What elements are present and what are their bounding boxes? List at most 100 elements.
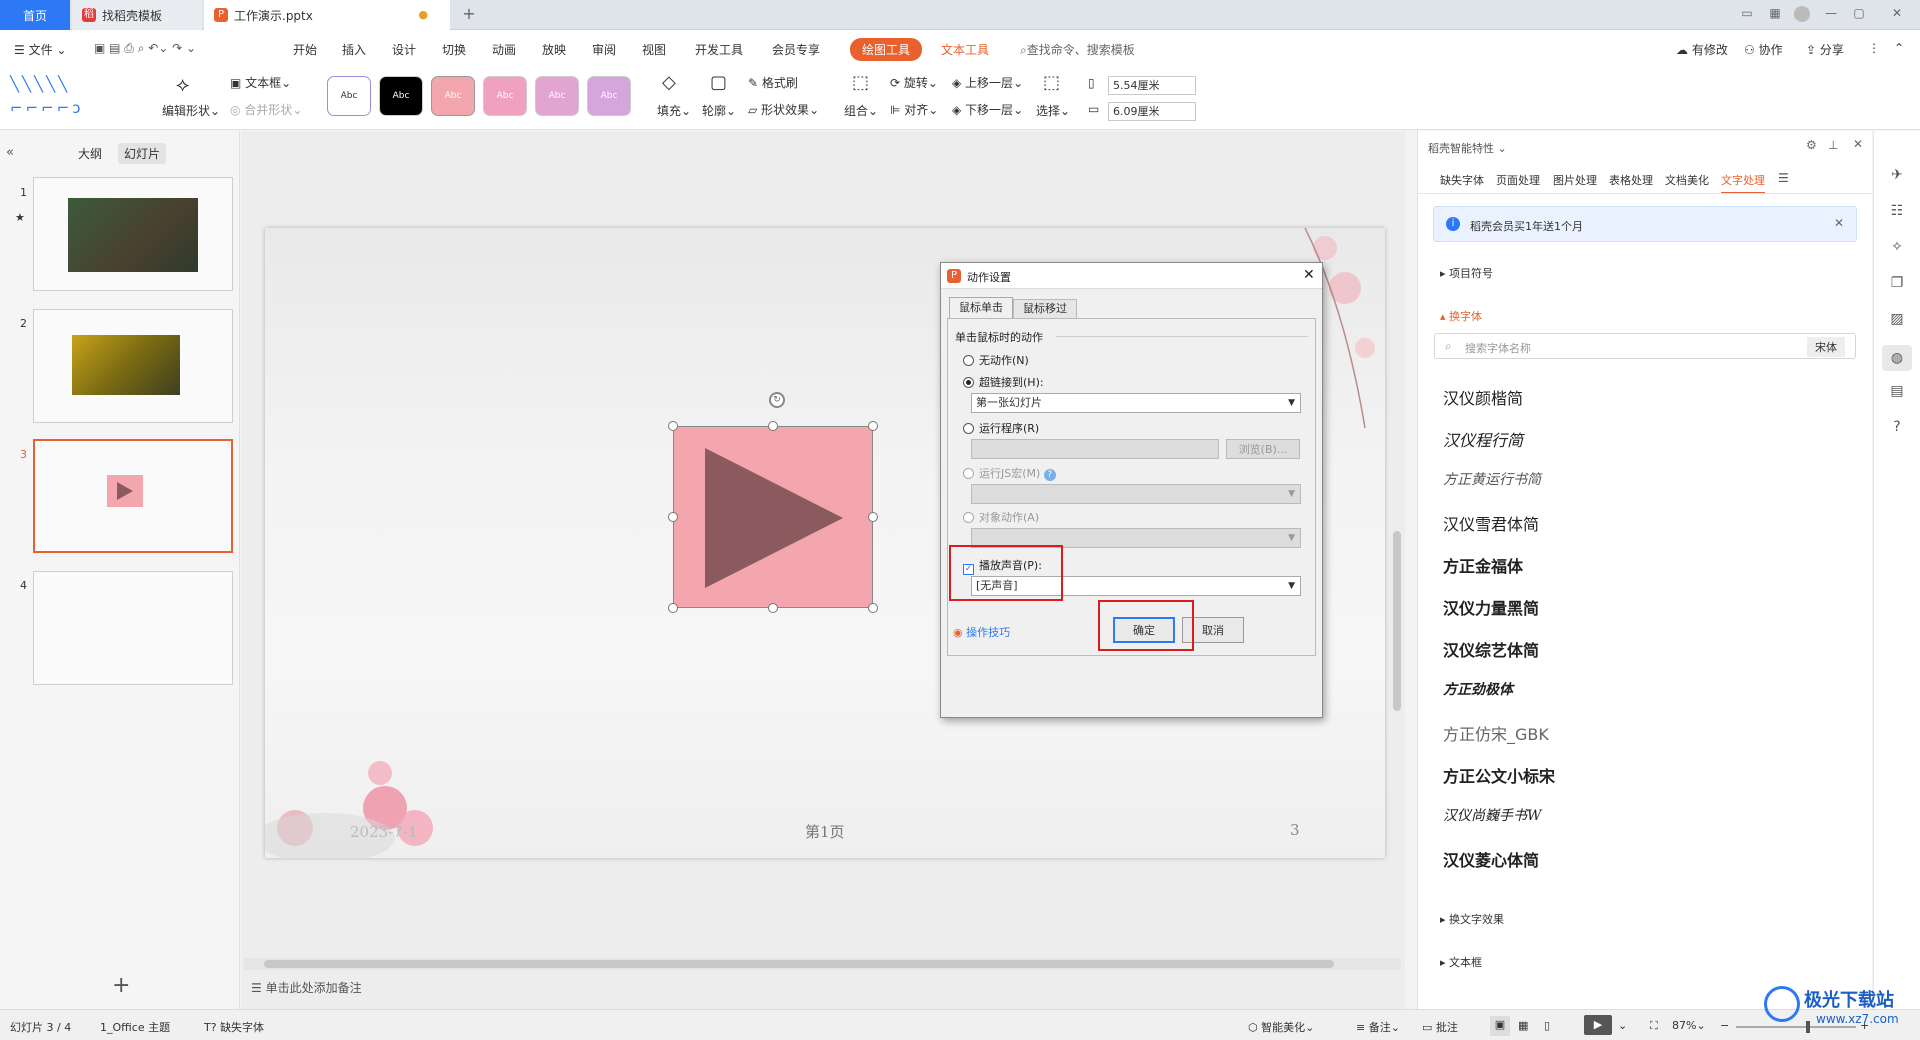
comments-button[interactable]: ▭ 批注 — [1422, 1019, 1458, 1035]
more-icon[interactable]: ⋮ — [1868, 41, 1880, 55]
line-shapes-gallery[interactable]: ╲╲╲╲╲ ⌐⌐⌐⌐ↄ — [10, 72, 138, 124]
help-circle-icon[interactable]: ? — [1888, 419, 1906, 437]
command-search[interactable]: ⌕查找命令、搜索模板 — [1020, 41, 1135, 58]
close-icon[interactable]: ✕ — [1834, 216, 1844, 230]
font-item[interactable]: 汉仪雪君体简 — [1443, 511, 1539, 535]
tab-mouse-click[interactable]: 鼠标单击 — [949, 297, 1013, 319]
style-swatch-2[interactable]: Abc — [379, 76, 423, 116]
style-swatch-4[interactable]: Abc — [483, 76, 527, 116]
radio-hyperlink[interactable]: 超链接到(H): — [963, 374, 1044, 390]
menu-icon[interactable]: ☰ — [1778, 171, 1789, 185]
collapse-panel-icon[interactable]: « — [6, 145, 14, 160]
font-item[interactable]: 汉仪颜楷简 — [1443, 385, 1523, 409]
tab-drawing-tools[interactable]: 绘图工具 — [850, 38, 923, 61]
text-process-icon[interactable]: ◍ — [1882, 345, 1912, 371]
shape-effect-button[interactable]: ▱ 形状效果⌄ — [748, 101, 819, 118]
select-button[interactable]: 选择⌄ — [1036, 102, 1070, 119]
tab-image-process[interactable]: 图片处理 — [1553, 172, 1597, 188]
vertical-scrollbar[interactable] — [1391, 131, 1403, 951]
pin-icon[interactable]: ✧ — [1888, 239, 1906, 257]
slide-thumbnail-4[interactable] — [33, 571, 233, 685]
style-swatch-5[interactable]: Abc — [535, 76, 579, 116]
missing-font-button[interactable]: T? 缺失字体 — [204, 1019, 264, 1035]
resize-handle[interactable] — [768, 421, 778, 431]
style-swatch-3[interactable]: Abc — [431, 76, 475, 116]
layout-icon[interactable]: ▭ — [1738, 6, 1756, 24]
js-macro-select[interactable]: ▼ — [971, 484, 1301, 504]
menu-transition[interactable]: 切换 — [442, 41, 466, 58]
style-swatch-6[interactable]: Abc — [587, 76, 631, 116]
group-button[interactable]: 组合⌄ — [844, 102, 878, 119]
slide-thumbnail-1[interactable] — [33, 177, 233, 291]
minimize-icon[interactable]: — — [1822, 6, 1840, 24]
rotate-handle[interactable]: ↻ — [769, 392, 785, 408]
radio-object-action[interactable]: 对象动作(A) — [963, 509, 1039, 525]
settings-icon[interactable]: ⚙ — [1806, 138, 1817, 152]
font-item[interactable]: 方正公文小标宋 — [1443, 763, 1555, 787]
close-icon[interactable]: ✕ — [1303, 267, 1315, 283]
zoom-level[interactable]: 87%⌄ — [1672, 1019, 1706, 1032]
rocket-icon[interactable]: ✈ — [1888, 167, 1906, 185]
close-panel-icon[interactable]: ✕ — [1853, 137, 1863, 151]
resize-handle[interactable] — [868, 512, 878, 522]
collapse-ribbon-icon[interactable]: ⌃ — [1894, 41, 1904, 55]
maximize-icon[interactable]: ▢ — [1850, 6, 1868, 24]
resize-handle[interactable] — [768, 603, 778, 613]
slide-thumbnail-3[interactable] — [33, 439, 233, 553]
section-text-effect[interactable]: ▸ 换文字效果 — [1440, 911, 1504, 927]
promo-banner[interactable]: i 稻壳会员买1年送1个月 ✕ — [1433, 206, 1857, 242]
font-filter-select[interactable]: 宋体 — [1807, 337, 1845, 357]
resize-handle[interactable] — [668, 421, 678, 431]
menu-view[interactable]: 视图 — [642, 41, 666, 58]
tab-page-process[interactable]: 页面处理 — [1496, 172, 1540, 188]
rotate-button[interactable]: ⟳ 旋转⌄ — [890, 74, 938, 91]
font-item[interactable]: 汉仪尚巍手书W — [1443, 805, 1541, 825]
resize-handle[interactable] — [668, 512, 678, 522]
quick-access-icons[interactable]: ▣ ▤ ⎙ ⌕ ↶⌄ ↷ ⌄ — [94, 41, 196, 56]
play-slideshow-button[interactable]: ▶ — [1584, 1015, 1612, 1035]
resize-handle[interactable] — [868, 603, 878, 613]
sliders-icon[interactable]: ☷ — [1888, 203, 1906, 221]
hyperlink-select[interactable]: 第一张幻灯片 ▼ — [971, 393, 1301, 413]
align-button[interactable]: ⊫ 对齐⌄ — [890, 101, 938, 118]
font-item[interactable]: 汉仪力量黑简 — [1443, 595, 1539, 619]
notes-area[interactable]: ☰ 单击此处添加备注 — [251, 979, 362, 996]
font-search-input[interactable]: ⌕ 搜索字体名称 宋体 — [1434, 333, 1856, 359]
radio-no-action[interactable]: 无动作(N) — [963, 352, 1029, 368]
fit-window-icon[interactable]: ⛶ — [1650, 1019, 1658, 1033]
copy-icon[interactable]: ❐ — [1888, 275, 1906, 293]
notes-button[interactable]: ≡ 备注⌄ — [1356, 1019, 1400, 1035]
collab-button[interactable]: ⚇ 协作 — [1744, 41, 1783, 58]
tab-outline[interactable]: 大纲 — [78, 145, 102, 162]
section-textbox[interactable]: ▸ 文本框 — [1440, 954, 1482, 970]
merge-shape-button[interactable]: ◎ 合并形状⌄ — [230, 101, 302, 118]
tab-mouse-over[interactable]: 鼠标移过 — [1013, 299, 1077, 319]
tab-home[interactable]: 首页 — [0, 0, 70, 30]
menu-insert[interactable]: 插入 — [342, 41, 366, 58]
tab-missing-font[interactable]: 缺失字体 — [1440, 172, 1484, 188]
font-item[interactable]: 方正黄运行书简 — [1443, 469, 1541, 489]
tab-text-process[interactable]: 文字处理 — [1721, 172, 1765, 194]
section-bullets[interactable]: ▸ 项目符号 — [1440, 265, 1493, 281]
menu-design[interactable]: 设计 — [392, 41, 416, 58]
avatar[interactable] — [1794, 6, 1810, 22]
tab-slides[interactable]: 幻灯片 — [118, 143, 167, 164]
sorter-view-icon[interactable]: ▦ — [1518, 1019, 1528, 1032]
send-backward-button[interactable]: ◈ 下移一层⌄ — [952, 101, 1023, 118]
width-input[interactable]: 6.09厘米 — [1108, 102, 1196, 121]
menu-start[interactable]: 开始 — [293, 41, 317, 58]
panel-title[interactable]: 稻壳智能特性 ⌄ — [1428, 140, 1507, 156]
changes-button[interactable]: ☁ 有修改 — [1676, 41, 1728, 58]
slide-thumbnail-2[interactable] — [33, 309, 233, 423]
book-icon[interactable]: ▤ — [1888, 383, 1906, 401]
font-item[interactable]: 汉仪综艺体简 — [1443, 637, 1539, 661]
style-swatch-1[interactable]: Abc — [327, 76, 371, 116]
add-slide-button[interactable]: + — [112, 973, 130, 998]
menu-developer[interactable]: 开发工具 — [695, 41, 743, 58]
smart-beautify-button[interactable]: ⬡ 智能美化⌄ — [1248, 1019, 1314, 1035]
format-brush-button[interactable]: ✎ 格式刷 — [748, 74, 798, 91]
font-item[interactable]: 方正劲极体 — [1443, 679, 1513, 699]
font-item[interactable]: 汉仪菱心体简 — [1443, 847, 1539, 871]
close-window-icon[interactable]: ✕ — [1888, 6, 1906, 24]
share-button[interactable]: ⇪ 分享 — [1806, 41, 1844, 58]
